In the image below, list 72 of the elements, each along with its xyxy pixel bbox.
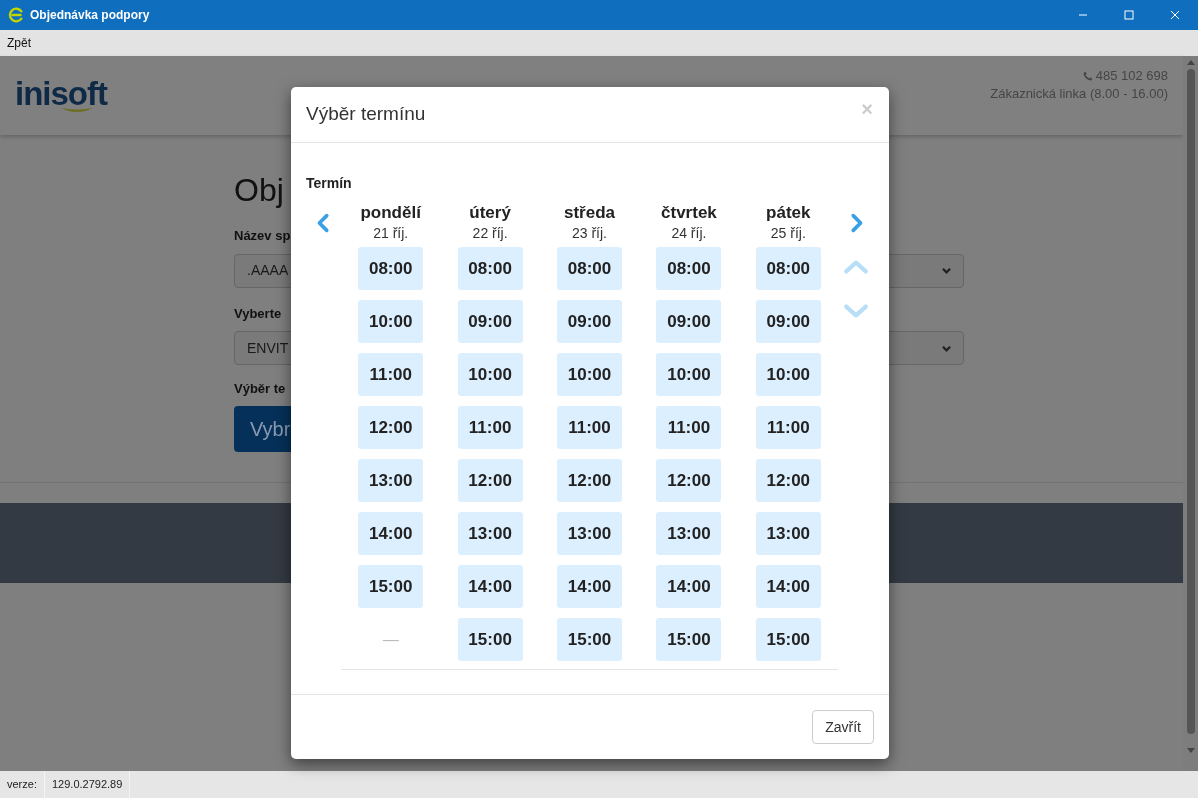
day-date: 25 říj. — [770, 224, 806, 242]
version-label: verze: — [0, 771, 45, 798]
modal-title: Výběr termínu — [306, 102, 426, 127]
page-heading: Obj — [234, 171, 284, 210]
time-slot-button[interactable]: 11:00 — [557, 406, 622, 449]
window-title: Objednávka podpory — [30, 7, 150, 24]
time-slot-button[interactable]: 10:00 — [557, 353, 622, 396]
close-icon — [1170, 10, 1180, 20]
hotline-hours: Zákaznická linka (8.00 - 16.00) — [990, 84, 1168, 103]
time-slot-button[interactable]: 13:00 — [457, 512, 523, 555]
time-slot-button[interactable]: 13:00 — [755, 512, 821, 555]
time-slot-button[interactable]: 10:00 — [358, 300, 424, 343]
maximize-icon — [1124, 10, 1134, 20]
close-dialog-button[interactable]: Zavřít — [812, 710, 874, 744]
time-slot-button[interactable]: 12:00 — [557, 459, 622, 502]
time-slot-button[interactable]: 09:00 — [557, 300, 622, 343]
time-slot-button[interactable]: 08:00 — [557, 247, 622, 290]
menu-item[interactable]: Zpět — [0, 34, 38, 52]
phone-icon — [1082, 70, 1093, 81]
time-slot-button[interactable]: 12:00 — [755, 459, 821, 502]
time-slot-button[interactable]: 09:00 — [755, 300, 821, 343]
day-name: pátek — [766, 202, 811, 224]
time-slot-button[interactable]: 08:00 — [656, 247, 722, 290]
time-slot-button[interactable]: 13:00 — [358, 459, 424, 502]
phone-number: 485 102 698 — [1095, 66, 1168, 85]
time-slot-button[interactable]: 15:00 — [457, 618, 523, 661]
time-slot-button[interactable]: 15:00 — [755, 618, 821, 661]
empty-slot-dash: — — [382, 629, 399, 650]
day-date: 23 říj. — [572, 224, 607, 242]
time-slot-button[interactable]: 15:00 — [358, 565, 424, 608]
field-label: Výběr te — [234, 380, 286, 398]
day-name: pondělí — [360, 202, 421, 224]
time-slot-button[interactable]: 10:00 — [755, 353, 821, 396]
day-name: středa — [564, 202, 616, 224]
day-date: 21 říj. — [373, 224, 409, 242]
time-slot-button[interactable]: 09:00 — [457, 300, 523, 343]
time-slot-button[interactable]: 12:00 — [656, 459, 722, 502]
logo: inisoft — [15, 77, 107, 114]
time-slot-button[interactable]: 14:00 — [755, 565, 821, 608]
app-logo-icon — [7, 6, 25, 24]
time-slot-button[interactable]: 15:00 — [656, 618, 722, 661]
time-slot-button[interactable]: 13:00 — [656, 512, 722, 555]
field-label: Název sp — [234, 227, 291, 245]
time-slot-button[interactable]: 14:00 — [557, 565, 622, 608]
day-date: 22 říj. — [472, 224, 508, 242]
time-slot-button[interactable]: 08:00 — [358, 247, 424, 290]
time-slot-button[interactable]: 08:00 — [457, 247, 523, 290]
time-slot-button[interactable]: 14:00 — [656, 565, 722, 608]
scroll-up-icon — [1186, 60, 1195, 65]
field-label: Vyberte — [234, 304, 282, 323]
time-slot-button[interactable]: 10:00 — [457, 353, 523, 396]
time-slot-button[interactable]: 11:00 — [656, 406, 722, 449]
time-slot-button[interactable]: 11:00 — [358, 353, 424, 396]
time-slot-button[interactable]: 14:00 — [457, 565, 523, 608]
section-label: Termín — [306, 174, 353, 193]
time-slot-button[interactable]: 11:00 — [755, 406, 821, 449]
time-slot-button[interactable]: 13:00 — [557, 512, 622, 555]
time-slot-button[interactable]: 08:00 — [755, 247, 821, 290]
time-slot-button[interactable]: 10:00 — [656, 353, 722, 396]
day-name: čtvrtek — [661, 202, 717, 224]
dropdown-chevron-icon — [942, 343, 951, 353]
time-slot-button[interactable]: 09:00 — [656, 300, 722, 343]
time-slot-button[interactable]: 15:00 — [557, 618, 622, 661]
dropdown-chevron-icon — [942, 266, 951, 275]
time-slot-button[interactable]: 12:00 — [457, 459, 523, 502]
time-slot-button[interactable]: 12:00 — [358, 406, 424, 449]
scroll-down-icon — [1186, 748, 1195, 753]
day-name: úterý — [469, 202, 511, 224]
time-slot-button[interactable]: 14:00 — [358, 512, 424, 555]
day-date: 24 říj. — [671, 224, 707, 242]
time-slot-button[interactable]: 11:00 — [457, 406, 523, 449]
version-value: 129.0.2792.89 — [44, 771, 131, 798]
